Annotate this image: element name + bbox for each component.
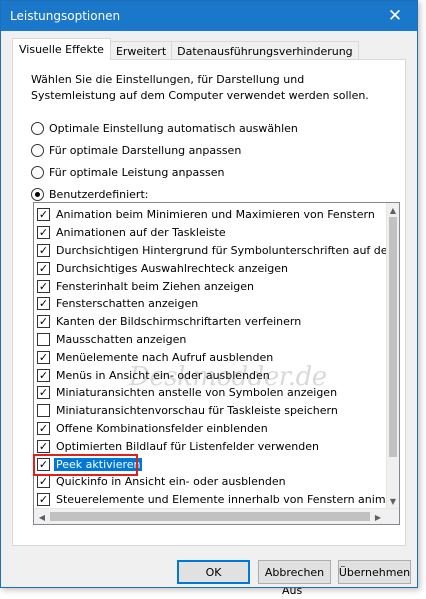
checkbox-checked[interactable]: ✓ [37, 421, 50, 435]
effect-item[interactable]: Mausschatten anzeigen [34, 331, 387, 349]
dialog-buttons: OK Abbrechen Übernehmen [1, 560, 417, 586]
radio-button-checked[interactable] [31, 187, 44, 201]
effect-item[interactable]: ✓ Optimierten Bildlauf für Listenfelder v… [34, 437, 387, 455]
effect-label: Peek aktivieren [54, 457, 143, 471]
tab-bar: Visuelle Effekte Erweitert Datenausführu… [12, 38, 359, 60]
tab-visual-effects[interactable]: Visuelle Effekte [12, 38, 111, 60]
effects-list[interactable]: ✓ Animation beim Minimieren und Maximiere… [33, 202, 400, 525]
checkbox-checked[interactable]: ✓ [37, 279, 50, 293]
checkbox-checked[interactable]: ✓ [37, 475, 50, 489]
radio-label: Optimale Einstellung automatisch auswähl… [49, 121, 298, 135]
effect-item[interactable]: ✓ Kanten der Bildschirmschriftarten verfe… [34, 313, 387, 331]
radio-button[interactable] [31, 121, 44, 135]
radio-best-performance[interactable]: Für optimale Leistung anpassen [31, 164, 224, 180]
effect-label: Menüs in Ansicht ein- oder ausblenden [56, 368, 270, 382]
scroll-up-icon[interactable]: ▲ [386, 203, 399, 217]
ok-button[interactable]: OK [177, 560, 250, 584]
checkbox-checked[interactable]: ✓ [37, 368, 50, 382]
effect-label: Mausschatten anzeigen [56, 332, 187, 346]
radio-label: Benutzerdefiniert: [49, 187, 149, 201]
radio-label: Für optimale Darstellung anpassen [49, 143, 242, 157]
effect-item[interactable]: ✓ Miniaturansichten anstelle von Symbolen… [34, 384, 387, 402]
checkbox-checked[interactable]: ✓ [37, 386, 50, 400]
effect-item[interactable]: Miniaturansichtenvorschau für Taskleiste… [34, 402, 387, 420]
checkbox-checked[interactable]: ✓ [37, 315, 50, 329]
performance-options-dialog: Leistungsoptionen ✕ Visuelle Effekte Erw… [0, 0, 418, 588]
title-bar[interactable]: Leistungsoptionen ✕ [1, 1, 417, 31]
close-icon[interactable]: ✕ [373, 1, 417, 31]
effect-item[interactable]: ✓ Animation beim Minimieren und Maximiere… [34, 206, 387, 224]
window-title: Leistungsoptionen [10, 9, 121, 23]
effect-label: Miniaturansichtenvorschau für Taskleiste… [56, 404, 338, 418]
checkbox-checked[interactable]: ✓ [37, 208, 50, 222]
effect-label: Durchsichtiges Auswahlrechteck anzeigen [56, 261, 288, 275]
radio-button[interactable] [31, 143, 44, 157]
checkbox-checked[interactable]: ✓ [37, 226, 50, 240]
effect-item[interactable]: ✓ Fensterinhalt beim Ziehen anzeigen [34, 277, 387, 295]
radio-button[interactable] [31, 165, 44, 179]
scroll-left-icon[interactable]: ◀ [35, 510, 49, 524]
effect-label: Offene Kombinationsfelder einblenden [56, 421, 268, 435]
effect-item[interactable]: ✓ Durchsichtiges Auswahlrechteck anzeigen [34, 259, 387, 277]
checkbox-checked[interactable]: ✓ [37, 297, 50, 311]
intro-text: Wählen Sie die Einstellungen, für Darste… [31, 73, 369, 102]
effect-label: Fensterschatten anzeigen [56, 297, 199, 311]
effect-item[interactable]: ✓ Animationen auf der Taskleiste [34, 224, 387, 242]
checkbox-checked[interactable]: ✓ [37, 493, 50, 507]
checkbox-checked[interactable]: ✓ [37, 261, 50, 275]
checkbox-checked[interactable]: ✓ [37, 439, 50, 453]
scroll-right-icon[interactable]: ▶ [371, 510, 385, 524]
checkbox-checked[interactable]: ✓ [37, 457, 50, 471]
vertical-scrollbar[interactable]: ▲ ▼ [386, 203, 399, 508]
cancel-button[interactable]: Abbrechen [258, 560, 331, 584]
effect-item[interactable]: ✓ Steuerelemente und Elemente innerhalb v… [34, 491, 387, 508]
radio-best-appearance[interactable]: Für optimale Darstellung anpassen [31, 142, 241, 158]
effect-label: Miniaturansichten anstelle von Symbolen … [56, 386, 338, 400]
effects-list-items: ✓ Animation beim Minimieren und Maximiere… [34, 206, 387, 508]
effect-item[interactable]: ✓ Quickinfo in Ansicht ein- oder ausblend… [34, 473, 387, 491]
effect-item[interactable]: ✓ Peek aktivieren [34, 455, 387, 473]
effect-label: Fensterinhalt beim Ziehen anzeigen [56, 279, 255, 293]
visual-effects-panel: Wählen Sie die Einstellungen, für Darste… [12, 59, 406, 546]
tab-data-execution-prevention[interactable]: Datenausführungsverhinderung [171, 41, 359, 60]
checkbox-checked[interactable]: ✓ [37, 243, 50, 257]
radio-custom[interactable]: Benutzerdefiniert: [31, 186, 148, 202]
effect-label: Menüelemente nach Aufruf ausblenden [56, 350, 274, 364]
horizontal-scroll-thumb[interactable] [50, 512, 370, 521]
checkbox-checked[interactable]: ✓ [37, 350, 50, 364]
radio-label: Für optimale Leistung anpassen [49, 165, 225, 179]
effect-label: Optimierten Bildlauf für Listenfelder ve… [56, 439, 319, 453]
apply-button[interactable]: Übernehmen [338, 560, 411, 584]
effect-item[interactable]: ✓ Fensterschatten anzeigen [34, 295, 387, 313]
effect-label: Animationen auf der Taskleiste [56, 226, 226, 240]
effect-label: Animation beim Minimieren und Maximieren… [56, 208, 375, 222]
effect-label: Kanten der Bildschirmschriftarten verfei… [56, 315, 302, 329]
checkbox-unchecked[interactable] [37, 404, 50, 418]
checkbox-unchecked[interactable] [37, 332, 50, 346]
radio-auto[interactable]: Optimale Einstellung automatisch auswähl… [31, 120, 298, 136]
effect-label: Durchsichtigen Hintergrund für Symbolunt… [56, 243, 387, 257]
effect-item[interactable]: ✓ Menüelemente nach Aufruf ausblenden [34, 348, 387, 366]
effect-label: Quickinfo in Ansicht ein- oder ausblende… [56, 475, 286, 489]
tab-advanced[interactable]: Erweitert [109, 41, 173, 60]
effect-item[interactable]: ✓ Durchsichtigen Hintergrund für Symbolun… [34, 242, 387, 260]
effect-item[interactable]: ✓ Offene Kombinationsfelder einblenden [34, 420, 387, 438]
horizontal-scrollbar[interactable]: ◀ ▶ [34, 508, 399, 524]
vertical-scroll-thumb[interactable] [389, 217, 397, 457]
effect-item[interactable]: ✓ Menüs in Ansicht ein- oder ausblenden [34, 366, 387, 384]
effect-label: Steuerelemente und Elemente innerhalb vo… [56, 493, 387, 507]
scroll-down-icon[interactable]: ▼ [386, 494, 399, 508]
